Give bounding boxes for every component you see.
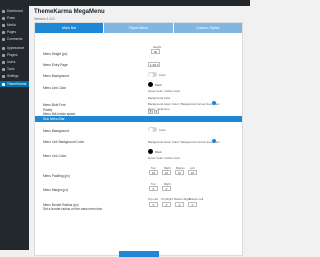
tab-bar: Main Bar Flyout Menu Custom Styles	[35, 23, 242, 33]
appearance-icon	[2, 46, 5, 50]
sidebar-item-plugins[interactable]: Plugins	[0, 52, 29, 58]
sub-background-label: Menu Background	[43, 129, 69, 133]
settings-icon	[2, 74, 5, 78]
media-icon	[2, 23, 5, 27]
tab-custom-styles[interactable]: Custom Styles	[173, 23, 242, 33]
page-title: ThemeKarma MegaMenu	[34, 9, 105, 15]
sub-bg-color-swatch[interactable]	[212, 139, 216, 143]
sub-margin-label: Menu Margin (px)	[43, 188, 68, 192]
menu-link-color-label: Menu Link Color	[43, 86, 67, 90]
padding-menu-input[interactable]: 8	[148, 110, 153, 114]
menu-height-input[interactable]: 50	[151, 49, 160, 54]
menu-entry-select[interactable]: 1-99 ▾	[148, 62, 160, 67]
sidebar-item-tools[interactable]: Tools	[0, 66, 29, 72]
sidebar-item-appearance[interactable]: Appearance	[0, 45, 29, 51]
menu-background-label: Menu Background	[43, 74, 69, 78]
sub-border-head-bl: Bottom Left	[189, 197, 204, 201]
users-icon	[2, 60, 5, 64]
menu-height-label: Menu Height (px)	[43, 52, 68, 56]
plugin-icon	[2, 82, 5, 86]
link-color-value: Black	[155, 83, 162, 87]
padding-submenu-input[interactable]: 5	[154, 110, 159, 114]
plugins-icon	[2, 53, 5, 57]
sub-padding-bottom-input[interactable]: 10	[175, 170, 184, 175]
sidebar-item-comments[interactable]: Comments	[0, 36, 29, 42]
sub-margin-right-input[interactable]: 0	[162, 186, 171, 191]
sub-border-head-tl: Top Left	[148, 197, 158, 201]
sidebar-item-media[interactable]: Media	[0, 22, 29, 28]
link-color-swatch[interactable]	[148, 82, 153, 87]
sub-border-head-tr: Top Right	[161, 197, 173, 201]
sub-border-head-br: Bottom Right	[174, 197, 191, 201]
sidebar-item-posts[interactable]: Posts	[0, 15, 29, 21]
sub-margin-top-input[interactable]: 0	[149, 186, 158, 191]
sub-menu-section-header: Sub Menu Bar	[35, 116, 242, 122]
sub-border-bl-input[interactable]: 0	[188, 202, 197, 207]
tools-icon	[2, 67, 5, 71]
admin-sidebar: Dashboard Posts Media Pages Comments App…	[0, 6, 29, 250]
sub-border-sub-label: Set a border radius on the main menu bar	[43, 207, 103, 211]
bold-value: Background Color	[148, 96, 171, 100]
sub-background-toggle-text: Color	[159, 128, 166, 132]
sub-bg-color-label: Menu Link Background Color	[43, 140, 85, 144]
comments-icon	[2, 37, 5, 41]
pages-icon	[2, 30, 5, 34]
sub-link-color-value: Black	[155, 150, 162, 154]
sub-border-tl-input[interactable]: 0	[149, 202, 158, 207]
version-text: Version 1.0.0	[34, 17, 55, 21]
sub-border-tr-input[interactable]: 0	[162, 202, 171, 207]
settings-panel: Main Bar Flyout Menu Custom Styles Menu …	[34, 22, 243, 257]
sidebar-item-settings[interactable]: Settings	[0, 73, 29, 79]
sub-padding-top-input[interactable]: 10	[149, 170, 158, 175]
main-content: ThemeKarma MegaMenu Version 1.0.0 Main B…	[29, 6, 250, 257]
tab-main-bar[interactable]: Main Bar	[35, 23, 105, 33]
sidebar-item-dashboard[interactable]: Dashboard	[0, 8, 29, 14]
sub-bg-color-text: Background Hover Color / Background Curr…	[148, 140, 220, 144]
sidebar-item-users[interactable]: Users	[0, 59, 29, 65]
sidebar-item-themekarma[interactable]: ThemeKarma	[0, 81, 29, 87]
posts-icon	[2, 16, 5, 20]
dashboard-icon	[2, 9, 5, 13]
background-toggle-text: Color	[159, 73, 166, 77]
sub-padding-label: Menu Padding (px)	[43, 174, 70, 178]
menu-background-toggle[interactable]	[148, 72, 157, 77]
sub-link-color-label: Menu Link Color	[43, 154, 67, 158]
sub-link-color-swatch[interactable]	[148, 149, 153, 154]
menu-entry-label: Menu Entry Page	[43, 63, 68, 67]
sub-border-br-input[interactable]: 0	[175, 202, 184, 207]
tab-flyout-menu[interactable]: Flyout Menu	[104, 23, 174, 33]
sub-background-toggle[interactable]	[148, 127, 157, 132]
save-button[interactable]	[119, 251, 159, 257]
bold-color-swatch[interactable]	[212, 101, 216, 105]
sub-padding-left-input[interactable]: 10	[188, 170, 197, 175]
sidebar-item-pages[interactable]: Pages	[0, 29, 29, 35]
sub-padding-right-input[interactable]: 10	[162, 170, 171, 175]
chevron-down-icon: ▾	[157, 62, 159, 67]
bold-hover-text: Background Hover Color / Background Curr…	[148, 102, 220, 106]
link-color-hover-text: Hover Color / Active Color	[148, 89, 181, 93]
sub-link-color-hover: Hover Color / Active Color	[148, 156, 181, 160]
menu-bold-label: Menu Bold Font	[43, 103, 66, 107]
